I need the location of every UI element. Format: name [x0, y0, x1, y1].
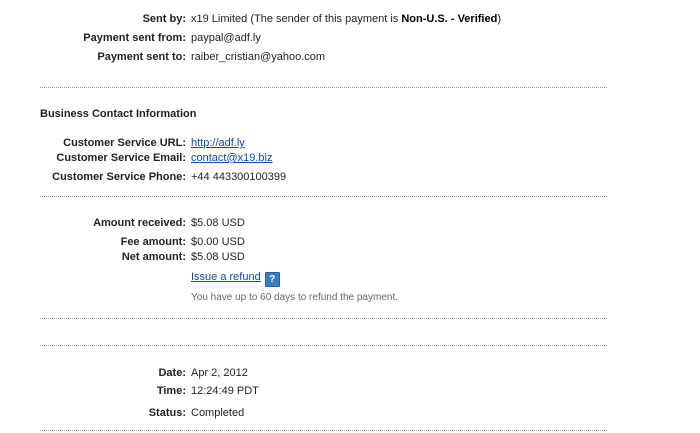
- sent-by-row: Sent by: x19 Limited (The sender of this…: [0, 11, 700, 27]
- status-value: Completed: [191, 407, 245, 419]
- status-row: Status: Completed: [0, 405, 700, 421]
- divider: [40, 318, 607, 319]
- cs-phone-value: +44 443300100399: [191, 171, 287, 183]
- sent-to-value: raiber_cristian@yahoo.com: [191, 51, 326, 63]
- cs-email-label: Customer Service Email:: [56, 152, 186, 164]
- net-amount-value: $5.08 USD: [191, 251, 245, 263]
- cs-url-row: Customer Service URL: http://adf.ly: [0, 135, 700, 151]
- cs-url-link[interactable]: http://adf.ly: [191, 137, 245, 149]
- sender-note-post: ): [497, 13, 501, 25]
- time-value: 12:24:49 PDT: [191, 385, 259, 397]
- cs-phone-row: Customer Service Phone: +44 443300100399: [0, 169, 700, 185]
- amount-received-row: Amount received: $5.08 USD: [0, 215, 700, 231]
- sent-from-row: Payment sent from: paypal@adf.ly: [0, 30, 700, 46]
- amount-received-label: Amount received:: [93, 217, 186, 229]
- business-contact-title: Business Contact Information: [40, 108, 197, 120]
- time-label: Time:: [156, 385, 186, 397]
- sent-to-row: Payment sent to: raiber_cristian@yahoo.c…: [0, 49, 700, 65]
- cs-email-link[interactable]: contact@x19.biz: [191, 152, 273, 164]
- sent-to-label: Payment sent to:: [97, 51, 186, 63]
- sent-from-label: Payment sent from:: [83, 32, 186, 44]
- sent-from-value: paypal@adf.ly: [191, 32, 261, 44]
- cs-email-row: Customer Service Email: contact@x19.biz: [0, 150, 700, 166]
- help-question-icon[interactable]: ?: [264, 272, 280, 287]
- amount-received-value: $5.08 USD: [191, 217, 245, 229]
- fee-amount-label: Fee amount:: [120, 236, 186, 248]
- fee-amount-value: $0.00 USD: [191, 236, 245, 248]
- cs-url-label: Customer Service URL:: [63, 137, 186, 149]
- net-amount-label: Net amount:: [121, 251, 186, 263]
- date-label: Date:: [158, 367, 186, 379]
- cs-phone-label: Customer Service Phone:: [52, 171, 186, 183]
- refund-note: You have up to 60 days to refund the pay…: [191, 292, 399, 303]
- status-label: Status:: [148, 407, 186, 419]
- time-row: Time: 12:24:49 PDT: [0, 383, 700, 399]
- divider: [40, 345, 607, 346]
- divider: [40, 196, 607, 197]
- refund-row: Issue a refund?: [191, 269, 280, 287]
- date-row: Date: Apr 2, 2012: [0, 365, 700, 381]
- sent-by-label: Sent by:: [142, 13, 186, 25]
- sender-note-pre: (The sender of this payment is: [250, 13, 399, 25]
- sender-name: x19 Limited: [191, 13, 248, 25]
- sender-verification-status: Non-U.S. - Verified: [401, 13, 498, 25]
- divider: [40, 430, 607, 431]
- divider: [40, 87, 607, 88]
- sent-by-value: x19 Limited (The sender of this payment …: [191, 11, 501, 27]
- net-amount-row: Net amount: $5.08 USD: [0, 249, 700, 265]
- date-value: Apr 2, 2012: [191, 367, 248, 379]
- fee-amount-row: Fee amount: $0.00 USD: [0, 234, 700, 250]
- issue-refund-link[interactable]: Issue a refund: [191, 271, 261, 283]
